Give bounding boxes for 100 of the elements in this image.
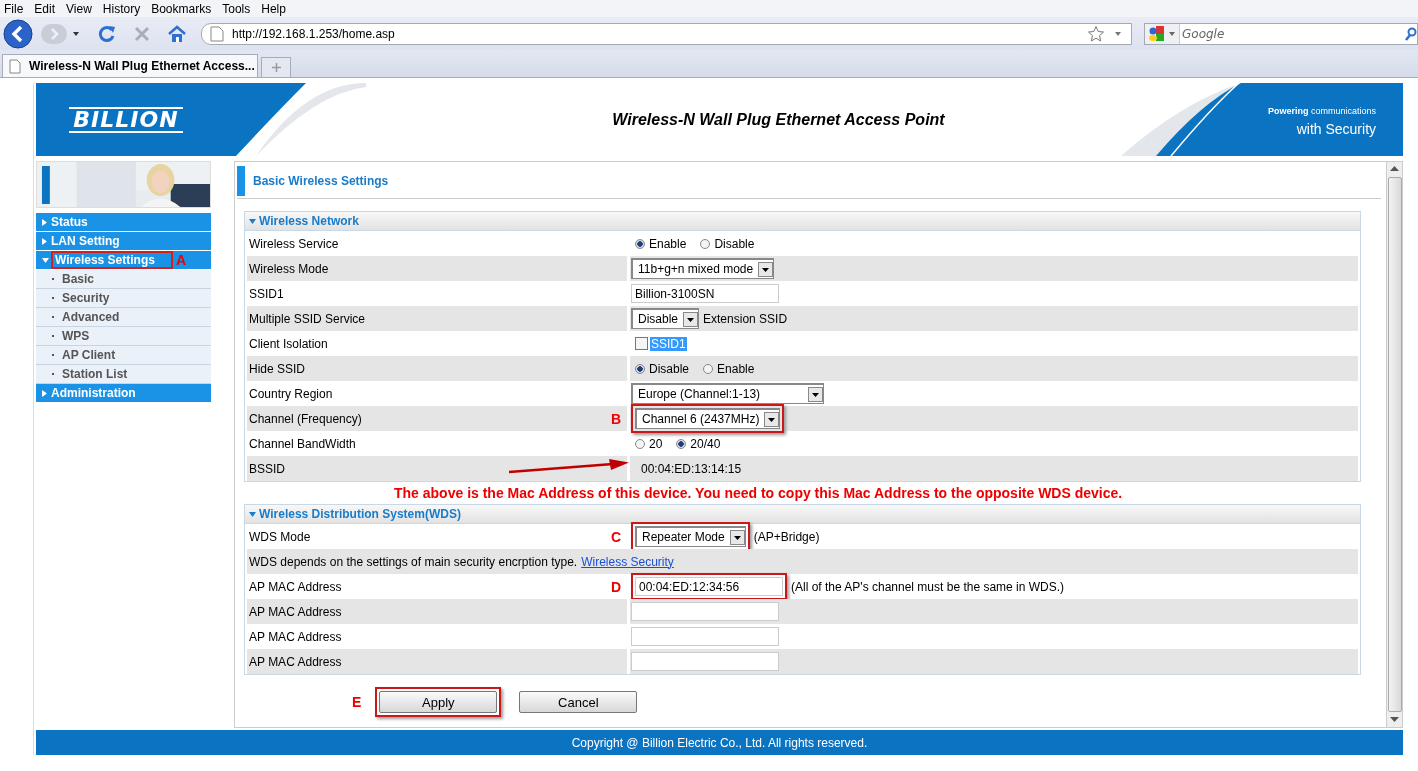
input-field[interactable] [631,652,779,671]
checkbox-label: SSID1 [650,336,687,351]
browser-tab[interactable]: Wireless-N Wall Plug Ethernet Access... [2,54,258,77]
radio-label: Enable [717,361,755,376]
caret-right-icon [42,389,47,397]
caret-down-icon [249,511,256,517]
sidebar-subitem[interactable]: AP Client [36,346,211,365]
radio-label: 20 [649,436,663,451]
caret-down-icon [249,218,256,224]
radio-label: 20/40 [690,436,721,451]
annotation-letter: B [610,410,621,427]
field-note: Extension SSID [703,311,788,326]
copyright-text: Copyright @ Billion Electric Co., Ltd. All rights reserved. [571,735,868,750]
menu-item[interactable]: Bookmarks [151,1,212,16]
dropdown[interactable]: Repeater Mode [635,526,746,547]
star-icon[interactable] [1087,24,1105,43]
field-label: Multiple SSID Service [249,311,366,326]
menu-item[interactable]: Edit [34,1,56,16]
caret-right-icon [42,237,47,245]
field-label: WDS Mode [249,529,311,544]
logo-text: BILLION [69,106,183,133]
field-label: AP MAC Address [249,654,342,669]
field-label: SSID1 [249,286,284,301]
info-text: WDS depends on the settings of main security encrption type. Wireless Security [247,549,1358,574]
field-label: BSSID [249,461,285,476]
scroll-down-icon [1390,717,1399,723]
form-button[interactable]: Apply [379,691,498,713]
field-label: Country Region [249,386,333,401]
form-button[interactable]: Cancel [519,691,638,713]
dropdown[interactable]: Europe (Channel:1-13) [631,383,824,404]
home-icon[interactable] [167,24,187,43]
field-label: Channel BandWidth [249,436,356,451]
dropdown-icon[interactable] [1113,29,1123,38]
input-field[interactable]: Billion-3100SN [631,284,779,303]
field-label: Wireless Service [249,236,339,251]
field-note: (AP+Bridge) [753,529,820,544]
dropdown[interactable]: Disable [631,308,700,329]
plus-icon [271,63,281,72]
search-engine-button[interactable] [1145,23,1180,44]
wireless-security-link[interactable]: Wireless Security [581,554,674,569]
address-bar[interactable]: http://192.168.1.253/home.asp [201,22,1132,45]
annotation-letter: D [610,578,621,595]
search-icon[interactable] [1405,26,1417,41]
radio-button[interactable] [635,238,645,249]
input-field[interactable]: 00:04:ED:12:34:56 [635,577,783,596]
product-title: Wireless-N Wall Plug Ethernet Access Point [611,110,946,129]
radio-button[interactable] [635,438,645,449]
dropdown[interactable]: 11b+g+n mixed mode [631,258,775,279]
search-field[interactable]: Google [1144,22,1418,45]
field-label: AP MAC Address [249,579,342,594]
page-icon [210,25,224,42]
radio-button[interactable] [700,238,711,249]
google-icon [1148,24,1166,43]
field-label: Client Isolation [249,336,328,351]
radio-button[interactable] [635,363,645,374]
sidebar-subitem[interactable]: Basic [36,270,211,289]
radio-button[interactable] [676,438,687,449]
radio-label: Enable [649,236,687,251]
scroll-up-icon [1390,166,1399,172]
page-title: Basic Wireless Settings [253,174,389,188]
page-icon [9,58,21,74]
accent-bar [237,166,245,196]
dropdown-icon [1168,30,1176,37]
tagline-text: Powering communications [1267,104,1376,118]
field-note: (All of the AP's channel must be the same in WDS.) [791,579,1065,594]
new-tab-button[interactable] [261,57,291,77]
checkbox[interactable] [635,337,648,350]
sidebar-subitem[interactable]: WPS [36,327,211,346]
field-value: 00:04:ED:13:14:15 [641,461,742,476]
tagline-text: with Security [1295,119,1376,138]
menu-item[interactable]: Help [261,1,286,16]
stop-icon[interactable] [133,24,151,43]
radio-label: Disable [649,361,690,376]
section-header[interactable]: Wireless Distribution System(WDS) [245,505,1360,524]
annotation-letter: A [176,252,187,268]
sidebar-subitem[interactable]: Station List [36,365,211,384]
dropdown[interactable]: Channel 6 (2437MHz) [635,408,781,429]
annotation-note: The above is the Mac Address of this device. You need to copy this Mac Address to the opposite WDS device. [393,484,1124,503]
field-label: AP MAC Address [249,604,342,619]
caret-right-icon [42,218,47,226]
url-text: http://192.168.1.253/home.asp [232,26,396,41]
field-label: Wireless Mode [249,261,329,276]
annotation-letter: E [352,694,362,710]
field-label: AP MAC Address [249,629,342,644]
input-field[interactable] [631,602,779,621]
input-field[interactable] [631,627,779,646]
menu-item[interactable]: Tools [222,1,251,16]
radio-button[interactable] [703,363,714,374]
section-header[interactable]: Wireless Network [245,212,1360,231]
radio-label: Disable [714,236,755,251]
caret-down-icon [42,257,49,263]
sidebar-subitem[interactable]: Advanced [36,308,211,327]
field-label: Channel (Frequency) [249,411,362,426]
sidebar-subitem[interactable]: Security [36,289,211,308]
dropdown-icon[interactable] [71,29,81,38]
menu-item[interactable]: View [66,1,92,16]
menu-item[interactable]: File [4,1,24,16]
field-label: Hide SSID [249,361,306,376]
menu-item[interactable]: History [102,1,141,16]
reload-icon[interactable] [97,23,117,44]
